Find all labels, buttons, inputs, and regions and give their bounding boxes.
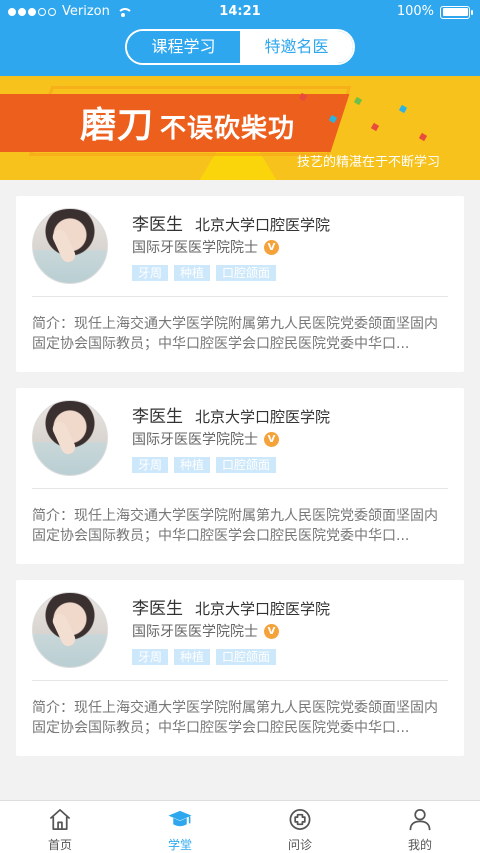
banner-headline-rest: 不误砍柴功	[160, 114, 296, 144]
doctor-intro: 简介：现任上海交通大学医学院附属第九人民医院党委颌面坚固内固定协会国际教员；中华…	[32, 316, 438, 352]
battery-icon	[440, 5, 473, 19]
doctor-name: 李医生	[132, 407, 183, 427]
divider	[32, 680, 448, 681]
doctor-intro: 简介：现任上海交通大学医学院附属第九人民医院党委颌面坚固内固定协会国际教员；中华…	[32, 508, 438, 544]
verified-badge-icon: V	[264, 623, 279, 639]
tab-course-study[interactable]: 课程学习	[127, 31, 240, 63]
doctor-hospital: 北京大学口腔医学院	[195, 216, 331, 234]
banner-headline-big: 磨刀	[80, 105, 155, 146]
promo-banner[interactable]: 磨刀 不误砍柴功 技艺的精湛在于不断学习	[0, 76, 480, 180]
tab-consult[interactable]: 问诊	[240, 801, 360, 853]
tab-label: 学堂	[167, 838, 192, 852]
doctor-card[interactable]: 李医生 北京大学口腔医学院 国际牙医医学院院士 V 牙周 种植 口腔颌面 简介：…	[16, 196, 464, 372]
tab-home[interactable]: 首页	[0, 801, 120, 853]
tab-label: 问诊	[287, 838, 312, 852]
doctor-title: 国际牙医医学院院士	[132, 624, 258, 640]
divider	[32, 296, 448, 297]
specialty-tag: 口腔颌面	[216, 265, 277, 281]
tab-invited-doctors[interactable]: 特邀名医	[240, 31, 353, 63]
avatar	[32, 400, 108, 476]
battery-percent: 100%	[396, 4, 434, 19]
tab-mine[interactable]: 我的	[360, 801, 480, 853]
doctor-name: 李医生	[132, 599, 183, 619]
tab-label: 我的	[407, 838, 432, 852]
tag-list: 牙周 种植 口腔颌面	[132, 457, 277, 473]
specialty-tag: 牙周	[132, 457, 169, 473]
specialty-tag: 牙周	[132, 649, 169, 665]
verified-badge-icon: V	[264, 431, 279, 447]
avatar	[32, 208, 108, 284]
confetti-decoration	[353, 96, 363, 106]
divider	[32, 488, 448, 489]
doctor-card[interactable]: 李医生 北京大学口腔医学院 国际牙医医学院院士 V 牙周 种植 口腔颌面 简介：…	[16, 388, 464, 564]
tab-school[interactable]: 学堂	[120, 801, 240, 853]
specialty-tag: 种植	[174, 457, 211, 473]
specialty-tag: 种植	[174, 649, 211, 665]
segmented-control: 课程学习 特邀名医	[125, 29, 355, 65]
doctor-hospital: 北京大学口腔医学院	[195, 600, 331, 618]
header: Verizon 14:21 100% 课程学习 特邀名医	[0, 0, 480, 76]
verified-badge-icon: V	[264, 239, 279, 255]
tab-label: 首页	[47, 838, 72, 852]
confetti-decoration	[418, 132, 428, 142]
banner-tagline: 技艺的精湛在于不断学习	[296, 155, 440, 170]
doctor-name: 李医生	[132, 215, 183, 235]
graduation-cap-icon	[168, 810, 192, 827]
doctor-intro: 简介：现任上海交通大学医学院附属第九人民医院党委颌面坚固内固定协会国际教员；中华…	[32, 700, 438, 736]
tag-list: 牙周 种植 口腔颌面	[132, 265, 277, 281]
confetti-decoration	[370, 122, 380, 132]
bottom-tab-bar: 首页 学堂 问诊 我的	[0, 800, 480, 853]
specialty-tag: 口腔颌面	[216, 649, 277, 665]
doctor-card[interactable]: 李医生 北京大学口腔医学院 国际牙医医学院院士 V 牙周 种植 口腔颌面 简介：…	[16, 580, 464, 756]
medical-cross-icon	[289, 809, 311, 830]
status-bar: Verizon 14:21 100%	[0, 0, 480, 24]
doctor-hospital: 北京大学口腔医学院	[195, 408, 331, 426]
specialty-tag: 口腔颌面	[216, 457, 277, 473]
doctor-title: 国际牙医医学院院士	[132, 240, 258, 256]
home-icon	[49, 809, 71, 830]
doctor-title: 国际牙医医学院院士	[132, 432, 258, 448]
avatar	[32, 592, 108, 668]
confetti-decoration	[398, 104, 408, 114]
tag-list: 牙周 种植 口腔颌面	[132, 649, 277, 665]
banner-headline: 磨刀 不误砍柴功	[80, 96, 295, 148]
specialty-tag: 种植	[174, 265, 211, 281]
person-icon	[409, 809, 431, 831]
specialty-tag: 牙周	[132, 265, 169, 281]
